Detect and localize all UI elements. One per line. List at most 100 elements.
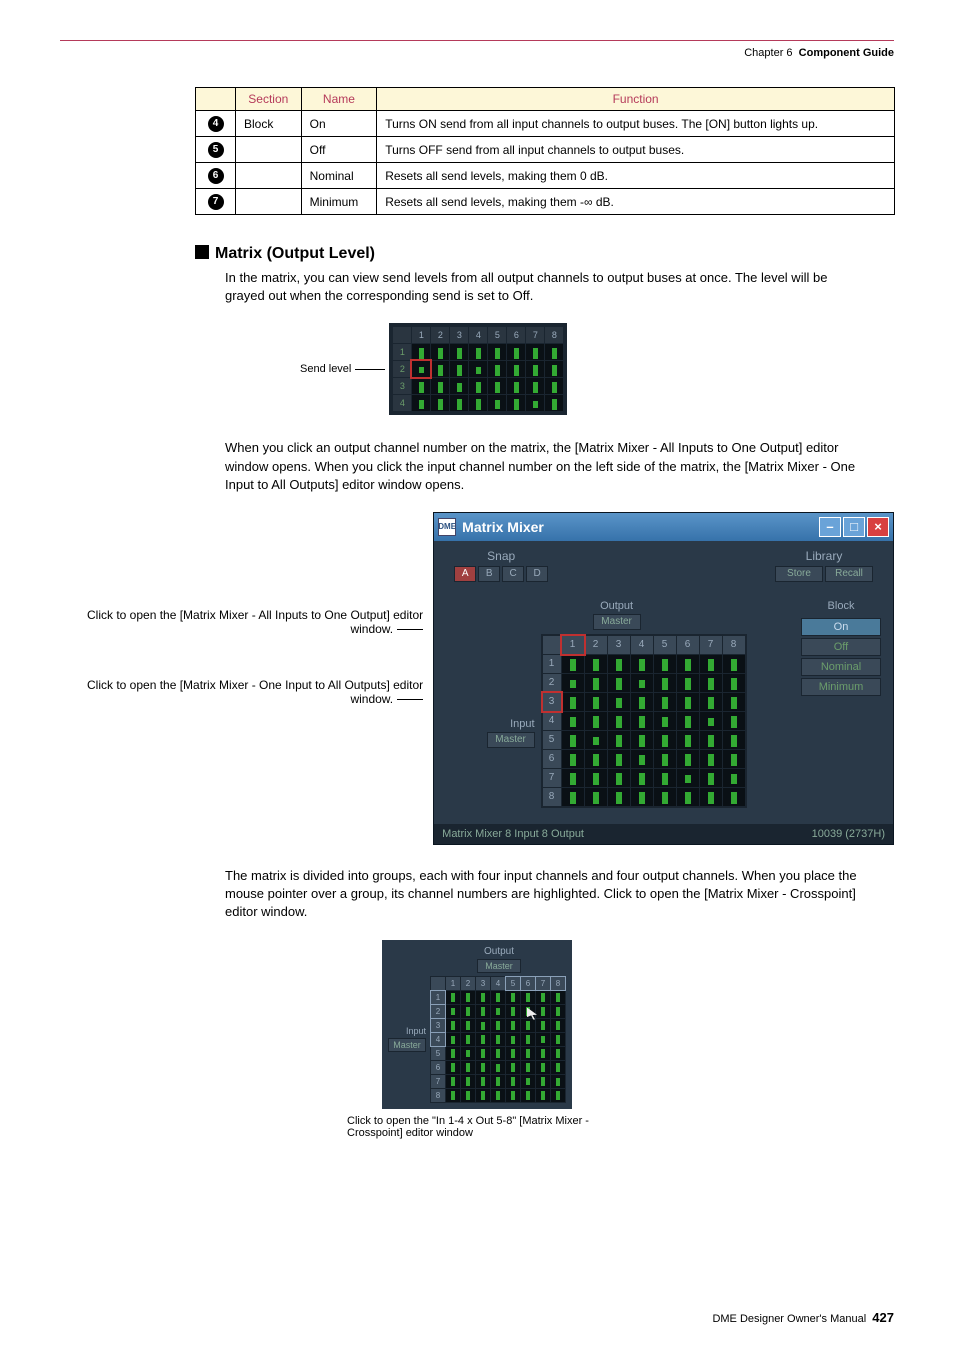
row-header[interactable]: 4 <box>431 1033 445 1046</box>
matrix-cell[interactable] <box>446 1061 460 1074</box>
matrix-cell[interactable] <box>450 361 468 377</box>
row-header[interactable]: 8 <box>431 1089 445 1102</box>
matrix-cell[interactable] <box>608 769 630 787</box>
matrix-cell[interactable] <box>491 1005 505 1018</box>
matrix-cell[interactable] <box>476 1033 490 1046</box>
col-header[interactable]: 1 <box>446 977 460 990</box>
matrix-cell[interactable] <box>446 1005 460 1018</box>
matrix-cell[interactable] <box>700 712 722 730</box>
matrix-cell[interactable] <box>654 750 676 768</box>
matrix-cell[interactable] <box>536 1047 550 1060</box>
matrix-cell[interactable] <box>461 1075 475 1088</box>
matrix-cell[interactable] <box>700 769 722 787</box>
matrix-cell[interactable] <box>562 750 584 768</box>
row-header[interactable]: 3 <box>431 1019 445 1032</box>
row-header[interactable]: 1 <box>393 344 411 360</box>
matrix-cell[interactable] <box>491 991 505 1004</box>
col-header[interactable]: 5 <box>488 327 506 343</box>
maximize-button[interactable]: □ <box>843 517 865 537</box>
matrix-cell[interactable] <box>677 712 699 730</box>
matrix-cell[interactable] <box>551 1061 565 1074</box>
matrix-cell[interactable] <box>562 769 584 787</box>
matrix-cell[interactable] <box>536 1089 550 1102</box>
matrix-cell[interactable] <box>469 378 487 394</box>
matrix-cell[interactable] <box>700 674 722 692</box>
col-header[interactable]: 8 <box>723 636 745 654</box>
col-header[interactable]: 1 <box>412 327 430 343</box>
row-header[interactable]: 4 <box>543 712 561 730</box>
col-header[interactable]: 6 <box>677 636 699 654</box>
matrix-cell[interactable] <box>476 1061 490 1074</box>
matrix-cell[interactable] <box>431 395 449 411</box>
col-header[interactable]: 6 <box>521 977 535 990</box>
matrix-cell[interactable] <box>521 991 535 1004</box>
matrix-cell[interactable] <box>585 712 607 730</box>
matrix-cell[interactable] <box>608 750 630 768</box>
matrix-cell[interactable] <box>506 1047 520 1060</box>
row-header[interactable]: 5 <box>431 1047 445 1060</box>
matrix-cell[interactable] <box>608 788 630 806</box>
matrix-cell[interactable] <box>461 991 475 1004</box>
matrix-cell[interactable] <box>536 1019 550 1032</box>
matrix-cell[interactable] <box>608 655 630 673</box>
matrix-cell[interactable] <box>585 674 607 692</box>
row-header[interactable]: 2 <box>393 361 411 377</box>
col-header[interactable]: 4 <box>491 977 505 990</box>
matrix-cell[interactable] <box>476 1019 490 1032</box>
matrix-cell[interactable] <box>551 1075 565 1088</box>
col-header[interactable]: 7 <box>536 977 550 990</box>
matrix-cell[interactable] <box>506 1075 520 1088</box>
matrix-cell[interactable] <box>446 1019 460 1032</box>
big-matrix[interactable]: 1234567812345678 <box>541 634 747 808</box>
matrix-cell[interactable] <box>585 731 607 749</box>
matrix-cell[interactable] <box>608 731 630 749</box>
matrix-cell[interactable] <box>654 788 676 806</box>
matrix-cell[interactable] <box>700 693 722 711</box>
matrix-cell[interactable] <box>469 344 487 360</box>
matrix-cell[interactable] <box>536 991 550 1004</box>
col-header[interactable]: 3 <box>476 977 490 990</box>
matrix-cell[interactable] <box>677 788 699 806</box>
matrix-cell[interactable] <box>585 788 607 806</box>
matrix-cell[interactable] <box>461 1061 475 1074</box>
matrix-cell[interactable] <box>536 1075 550 1088</box>
cf-output-master[interactable]: Master <box>477 959 521 973</box>
matrix-cell[interactable] <box>506 1033 520 1046</box>
col-header[interactable]: 3 <box>450 327 468 343</box>
row-header[interactable]: 2 <box>431 1005 445 1018</box>
matrix-cell[interactable] <box>491 1061 505 1074</box>
matrix-cell[interactable] <box>469 395 487 411</box>
block-on[interactable]: On <box>801 618 881 636</box>
row-header[interactable]: 6 <box>543 750 561 768</box>
matrix-cell[interactable] <box>521 1033 535 1046</box>
matrix-cell[interactable] <box>608 674 630 692</box>
matrix-cell[interactable] <box>476 1075 490 1088</box>
col-header[interactable]: 2 <box>585 636 607 654</box>
col-header[interactable]: 5 <box>506 977 520 990</box>
matrix-cell[interactable] <box>431 378 449 394</box>
close-button[interactable]: × <box>867 517 889 537</box>
matrix-cell[interactable] <box>491 1047 505 1060</box>
matrix-cell[interactable] <box>461 1019 475 1032</box>
matrix-cell[interactable] <box>521 1019 535 1032</box>
matrix-cell[interactable] <box>723 769 745 787</box>
col-header[interactable]: 3 <box>608 636 630 654</box>
matrix-cell[interactable] <box>631 788 653 806</box>
row-header[interactable]: 1 <box>543 655 561 673</box>
matrix-cell[interactable] <box>450 378 468 394</box>
matrix-cell[interactable] <box>631 712 653 730</box>
matrix-cell[interactable] <box>491 1033 505 1046</box>
minimize-button[interactable]: – <box>819 517 841 537</box>
matrix-cell[interactable] <box>412 361 430 377</box>
row-header[interactable]: 4 <box>393 395 411 411</box>
matrix-cell[interactable] <box>431 344 449 360</box>
col-header[interactable]: 1 <box>562 636 584 654</box>
matrix-cell[interactable] <box>521 1047 535 1060</box>
matrix-cell[interactable] <box>585 750 607 768</box>
matrix-cell[interactable] <box>631 655 653 673</box>
matrix-cell[interactable] <box>723 693 745 711</box>
titlebar[interactable]: DME Matrix Mixer – □ × <box>434 513 893 541</box>
matrix-cell[interactable] <box>585 655 607 673</box>
matrix-cell[interactable] <box>551 1089 565 1102</box>
matrix-cell[interactable] <box>507 361 525 377</box>
